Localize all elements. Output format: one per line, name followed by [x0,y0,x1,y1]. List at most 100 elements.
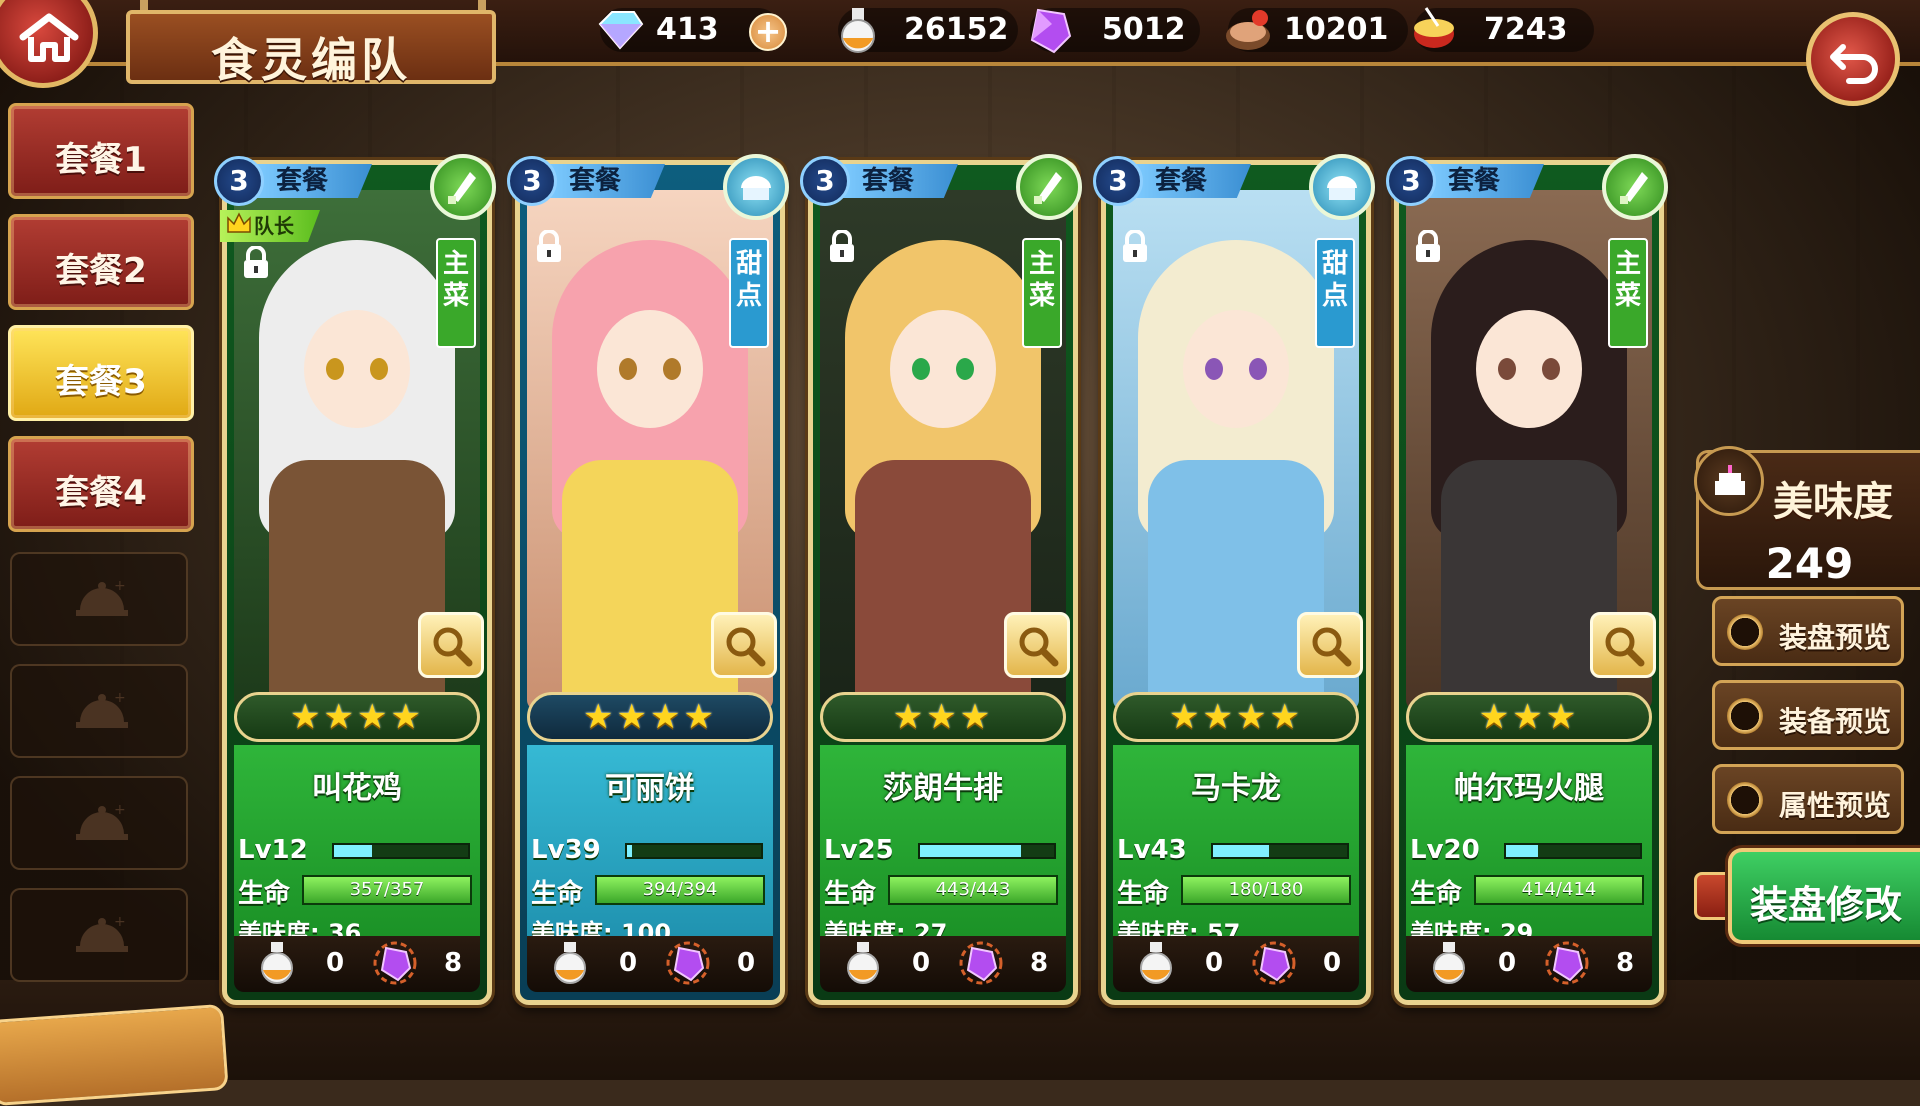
stars: ★★★ [892,697,994,737]
back-button[interactable] [1806,12,1900,106]
character-card[interactable]: 套餐 3 主菜 ★★★ 莎朗牛排 Lv25 生命 443/443 美味度: 27 [800,154,1082,1005]
knife-icon [430,154,496,220]
cake-icon [723,154,789,220]
hp-label: 生命 [531,879,584,909]
attribute-preview-button[interactable]: 属性预览 [1712,764,1904,834]
potion-icon [847,942,879,984]
potion-count: 0 [912,948,931,978]
currency-value: 413 [656,12,719,47]
lock-icon [537,230,561,262]
character-eye [1542,358,1560,380]
view-details-button[interactable] [418,612,484,678]
empty-set-slot[interactable]: + [10,776,188,870]
character-name: 莎朗牛排 [883,771,1003,806]
tab-label: 套餐1 [55,140,147,180]
purple-crystal-icon [1545,941,1589,985]
set-badge-number: 3 [800,156,850,206]
view-details-button[interactable] [1297,612,1363,678]
stars: ★★★ [1478,697,1580,737]
drum-icon [1414,7,1454,48]
knife-icon [1602,154,1668,220]
magnifier-icon [1019,627,1059,667]
character-card[interactable]: 套餐 3 主菜 队长 ★★★★ 叫花鸡 Lv12 生命 357/357 美味度:… [214,154,496,1005]
hp-bar: 357/357 [302,875,472,905]
radio-icon [1727,614,1763,650]
title-plate: 食灵编队 [126,10,496,87]
tab-set-2[interactable]: 套餐2 [8,214,194,310]
potion-count: 0 [1205,948,1224,978]
star-rating: ★★★★ [1113,692,1359,742]
edit-plating-button[interactable]: 装盘修改 [1728,848,1920,944]
resource-row: 0 8 [234,936,480,992]
set-badge-number: 3 [507,156,557,206]
empty-set-slot[interactable]: + [10,888,188,982]
lock-icon [1416,230,1440,262]
character-eye [619,358,637,380]
currency-potion: 26152 [838,8,1018,53]
level-progress-bar [1211,843,1349,859]
level-progress-bar [332,843,470,859]
cake-icon [1694,446,1764,516]
button-label: 装盘修改 [1750,883,1903,927]
equipment-preview-button[interactable]: 装备预览 [1712,680,1904,750]
crystal-count: 0 [737,948,756,978]
magnifier-icon [726,627,766,667]
set-badge-number: 3 [1093,156,1143,206]
character-card[interactable]: 套餐 3 主菜 ★★★ 帕尔玛火腿 Lv20 生命 414/414 美味度: 2… [1386,154,1668,1005]
purple-crystal-icon [959,941,1003,985]
add-diamond-button[interactable]: + [749,13,787,51]
tab-set-4[interactable]: 套餐4 [8,436,194,532]
character-card[interactable]: 套餐 3 甜点 ★★★★ 可丽饼 Lv39 生命 394/394 美味度: 10… [507,154,789,1005]
set-badge-number: 3 [1386,156,1436,206]
set-badge-label: 套餐 [254,164,372,198]
character-eye [1205,358,1223,380]
set-badge-label: 套餐 [840,164,958,198]
plating-preview-button[interactable]: 装盘预览 [1712,596,1904,666]
level-progress-fill [1506,845,1539,857]
character-face [304,310,410,428]
character-eye [956,358,974,380]
page-title: 食灵编队 [211,33,411,87]
hp-label: 生命 [1117,879,1170,909]
character-eye [326,358,344,380]
empty-set-slot[interactable]: + [10,664,188,758]
crown-icon [227,212,251,233]
dish-type-tag: 主菜 [436,238,476,348]
dish-type-tag: 甜点 [1315,238,1355,348]
view-details-button[interactable] [1590,612,1656,678]
character-face [597,310,703,428]
back-arrow-icon [1830,44,1878,84]
scroll-decoration [0,1003,229,1106]
dish-type-tag: 主菜 [1022,238,1062,348]
empty-set-slot[interactable]: + [10,552,188,646]
potion-count: 0 [619,948,638,978]
crystal-count: 8 [1030,948,1049,978]
resource-row: 0 0 [527,936,773,992]
svg-text:+: + [114,578,126,594]
hp-bar: 443/443 [888,875,1058,905]
view-details-button[interactable] [1004,612,1070,678]
currency-value: 5012 [1102,12,1186,47]
resource-row: 0 0 [1113,936,1359,992]
radio-icon [1727,782,1763,818]
add-cloche-icon: + [76,914,128,952]
magnifier-icon [1312,627,1352,667]
resource-row: 0 8 [1406,936,1652,992]
hp-label: 生命 [824,879,877,909]
button-label: 装盘预览 [1779,621,1892,654]
tab-set-1[interactable]: 套餐1 [8,103,194,199]
view-details-button[interactable] [711,612,777,678]
star-rating: ★★★ [1406,692,1652,742]
hp-label: 生命 [238,879,291,909]
add-cloche-icon: + [76,578,128,616]
level-progress-bar [1504,843,1642,859]
radio-icon [1727,698,1763,734]
potion-icon [1140,942,1172,984]
add-cloche-icon: + [76,690,128,728]
tab-set-3[interactable]: 套餐3 [8,325,194,421]
character-card[interactable]: 套餐 3 甜点 ★★★★ 马卡龙 Lv43 生命 180/180 美味度: 57 [1093,154,1375,1005]
character-eye [370,358,388,380]
currency-crystal: 5012 [1030,8,1200,54]
level-progress-bar [625,843,763,859]
character-name: 叫花鸡 [312,771,402,806]
